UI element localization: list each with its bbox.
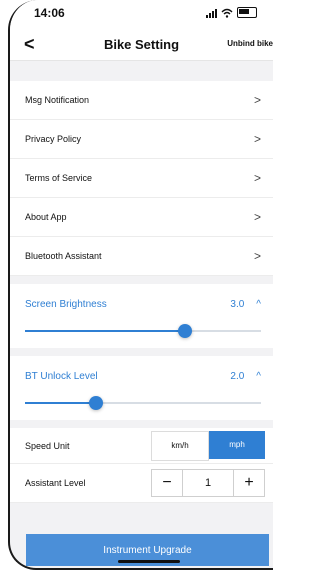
status-bar: 14:06 [10, 0, 273, 30]
menu-item-about-app[interactable]: About App > [10, 198, 273, 237]
screen-brightness-section: Screen Brightness 3.0 ^ [10, 284, 273, 348]
assistant-level-row: Assistant Level − 1 + [10, 464, 273, 503]
bt-unlock-value: 2.0 [230, 370, 245, 382]
status-icons [206, 7, 257, 18]
chevron-right-icon: > [253, 171, 261, 185]
assistant-level-stepper: − 1 + [151, 469, 265, 497]
menu-item-label: Terms of Service [25, 173, 93, 183]
slider-fill [25, 330, 186, 332]
speed-unit-row: Speed Unit km/h mph [10, 428, 273, 464]
decrement-button[interactable]: − [152, 474, 182, 492]
home-indicator [118, 560, 180, 563]
menu-item-terms-of-service[interactable]: Terms of Service > [10, 159, 273, 198]
menu-item-label: Bluetooth Assistant [25, 251, 102, 261]
speed-unit-toggle: km/h mph [151, 430, 265, 461]
slider-thumb[interactable] [178, 324, 193, 338]
screen-brightness-slider[interactable] [25, 324, 261, 338]
app-screen: 14:06 < Bike Setting Unbind bike Msg Not… [8, 0, 273, 570]
unit-kmh-option[interactable]: km/h [151, 430, 209, 461]
ride-settings: Speed Unit km/h mph Assistant Level − 1 … [10, 428, 273, 503]
bt-unlock-section: BT Unlock Level 2.0 ^ [10, 356, 273, 420]
assistant-level-value: 1 [182, 470, 234, 496]
settings-menu: Msg Notification > Privacy Policy > Term… [10, 81, 273, 276]
bt-unlock-slider[interactable] [25, 396, 261, 410]
unit-mph-option[interactable]: mph [209, 430, 265, 459]
screen-brightness-label: Screen Brightness [25, 298, 107, 310]
bt-unlock-header[interactable]: BT Unlock Level 2.0 ^ [10, 356, 273, 386]
menu-item-label: Msg Notification [25, 95, 90, 105]
menu-item-privacy-policy[interactable]: Privacy Policy > [10, 120, 273, 159]
cellular-signal-icon [206, 8, 217, 18]
speed-unit-label: Speed Unit [25, 440, 70, 451]
phone-screen: 14:06 < Bike Setting Unbind bike Msg Not… [0, 0, 273, 570]
menu-item-bluetooth-assistant[interactable]: Bluetooth Assistant > [10, 237, 273, 276]
increment-button[interactable]: + [234, 474, 264, 492]
chevron-right-icon: > [253, 249, 261, 263]
nav-bar: < Bike Setting Unbind bike [10, 30, 273, 61]
unbind-bike-button[interactable]: Unbind bike [227, 39, 273, 48]
bt-unlock-label: BT Unlock Level [25, 370, 98, 382]
chevron-right-icon: > [253, 132, 261, 146]
chevron-up-icon[interactable]: ^ [256, 299, 261, 310]
assistant-level-label: Assistant Level [25, 478, 86, 488]
screen-brightness-header[interactable]: Screen Brightness 3.0 ^ [10, 284, 273, 314]
slider-thumb[interactable] [88, 396, 103, 410]
menu-item-msg-notification[interactable]: Msg Notification > [10, 81, 273, 120]
wifi-icon [221, 8, 233, 18]
screen-brightness-value: 3.0 [230, 298, 245, 310]
status-time: 14:06 [34, 6, 65, 20]
slider-fill [25, 402, 96, 404]
chevron-right-icon: > [253, 210, 261, 224]
chevron-up-icon[interactable]: ^ [256, 371, 261, 382]
menu-item-label: About App [25, 212, 67, 222]
battery-icon [237, 7, 257, 18]
menu-item-label: Privacy Policy [25, 134, 82, 144]
chevron-right-icon: > [253, 93, 261, 107]
